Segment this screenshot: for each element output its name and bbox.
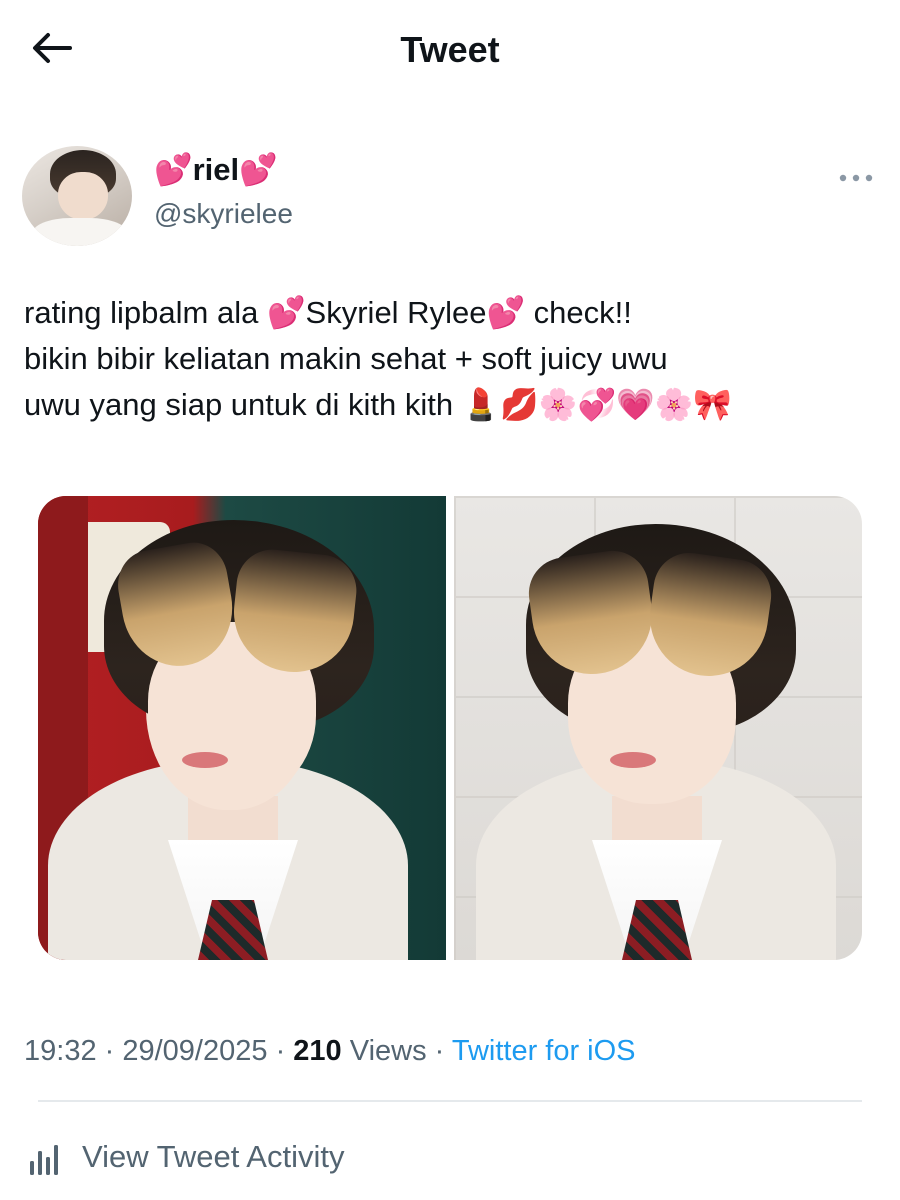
author-display-name[interactable]: 💕riel💕 (154, 150, 293, 190)
top-nav-bar: Tweet (0, 0, 900, 100)
tweet-media-grid (38, 496, 862, 960)
meta-separator: · (96, 1035, 123, 1067)
bar-chart-icon (30, 1145, 58, 1175)
avatar[interactable] (22, 146, 132, 246)
back-button[interactable] (30, 24, 86, 72)
tweet-author: 💕riel💕 @skyrielee (22, 146, 878, 246)
tweet-source-link[interactable]: Twitter for iOS (452, 1035, 636, 1067)
author-handle[interactable]: @skyrielee (154, 196, 293, 232)
tweet-date: 29/09/2025 (122, 1035, 268, 1067)
view-tweet-activity-button[interactable]: View Tweet Activity (24, 1132, 344, 1182)
divider (38, 1100, 862, 1102)
meta-separator: · (426, 1035, 452, 1067)
tweet-meta: 19:32 · 29/09/2025 · 210 Views · Twitter… (24, 1030, 876, 1072)
views-count[interactable]: 210 (293, 1035, 341, 1067)
arrow-left-icon (33, 33, 72, 63)
page-title: Tweet (400, 29, 500, 70)
tweet-photo-1[interactable] (38, 496, 446, 960)
tweet-text: rating lipbalm ala 💕Skyriel Rylee💕 check… (24, 295, 732, 422)
more-options-button[interactable] (834, 166, 878, 190)
tweet-photo-2[interactable] (454, 496, 862, 960)
views-label[interactable]: Views (342, 1035, 427, 1067)
meta-separator: · (267, 1035, 294, 1067)
view-tweet-activity-label: View Tweet Activity (82, 1139, 345, 1174)
author-names: 💕riel💕 @skyrielee (154, 150, 293, 232)
more-horizontal-icon (839, 174, 873, 182)
tweet-time: 19:32 (24, 1035, 97, 1067)
